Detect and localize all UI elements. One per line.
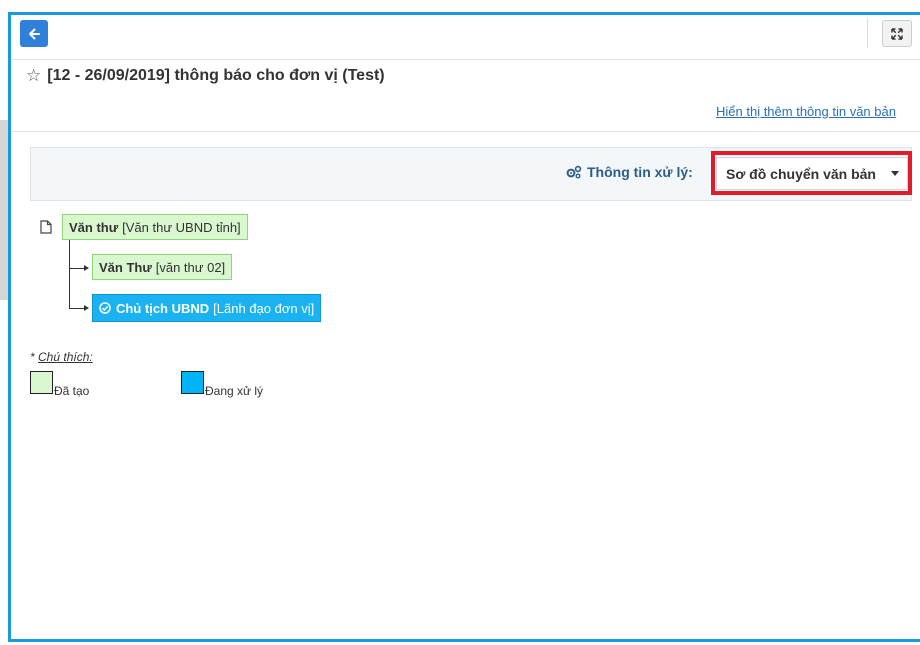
gears-icon [566, 165, 582, 179]
connector-arrow [84, 265, 89, 271]
document-title-row: ☆ [12 - 26/09/2019] thông báo cho đơn vị… [26, 66, 385, 86]
back-button[interactable] [20, 20, 48, 47]
node-role: Văn Thư [99, 259, 152, 275]
caret-down-icon [891, 171, 899, 176]
flow-node-child-active[interactable]: Chủ tịch UBND [Lãnh đạo đơn vị] [92, 294, 322, 322]
view-select-value: Sơ đồ chuyển văn bản [726, 165, 876, 182]
expand-button[interactable] [882, 20, 912, 47]
background-window-edge [0, 120, 8, 300]
legend-swatch-created [30, 371, 53, 394]
legend-title: * Chú thích: [30, 350, 93, 364]
legend-label-created: Đã tạo [54, 384, 90, 398]
tree-connector [69, 240, 70, 308]
header-divider-bottom [11, 131, 920, 132]
processing-info-label: Thông tin xử lý: [566, 164, 693, 180]
legend-label-processing: Đang xử lý [205, 384, 264, 398]
legend-title-text: Chú thích: [38, 350, 93, 364]
toolbar-divider [867, 18, 868, 48]
connector-arrow [84, 305, 89, 311]
processing-info-text: Thông tin xử lý: [587, 164, 693, 180]
star-icon[interactable]: ☆ [26, 66, 41, 86]
node-detail: [văn thư 02] [155, 259, 226, 275]
node-detail: [Lãnh đạo đơn vị] [213, 300, 315, 316]
legend-swatch-processing [181, 371, 204, 394]
expand-icon [891, 27, 903, 40]
node-role: Chủ tịch UBND [116, 300, 210, 316]
check-circle-icon [99, 302, 111, 314]
flow-node-child[interactable]: Văn Thư [văn thư 02] [92, 254, 233, 280]
view-select-dropdown[interactable]: Sơ đồ chuyển văn bản [716, 157, 908, 190]
document-title: [12 - 26/09/2019] thông báo cho đơn vị (… [47, 67, 385, 84]
document-icon [40, 220, 52, 234]
node-role: Văn thư [69, 219, 119, 235]
show-more-info-link[interactable]: Hiển thị thêm thông tin văn bản [716, 104, 896, 119]
header-divider [11, 59, 920, 60]
flow-node-root[interactable]: Văn thư [Văn thư UBND tỉnh] [62, 214, 248, 240]
arrow-left-icon [29, 28, 40, 39]
node-detail: [Văn thư UBND tỉnh] [122, 219, 241, 235]
legend-prefix: * [30, 350, 39, 364]
